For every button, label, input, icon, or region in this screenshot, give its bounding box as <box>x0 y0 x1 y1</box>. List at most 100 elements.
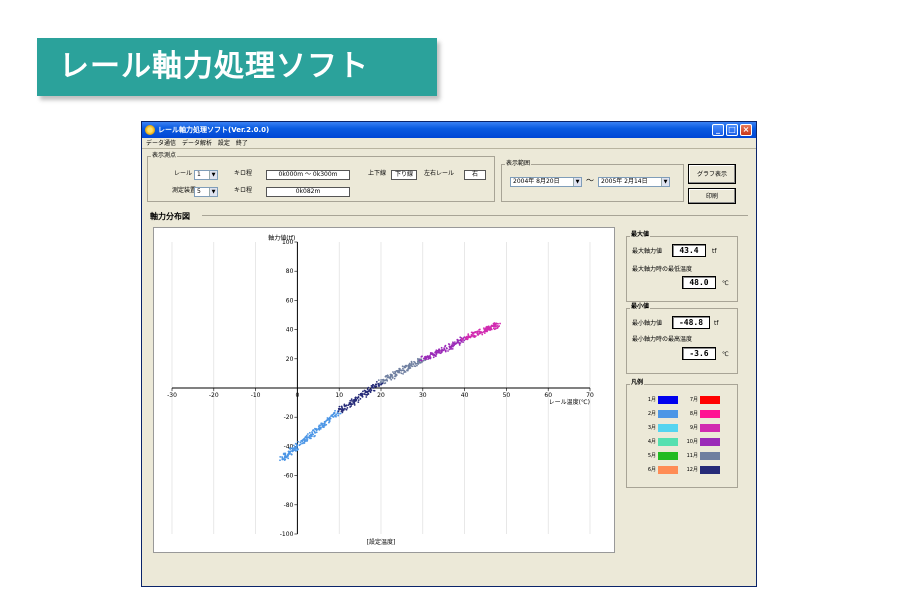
data-point <box>375 383 378 386</box>
data-point <box>286 455 289 458</box>
data-point <box>479 331 482 334</box>
data-point <box>373 385 376 387</box>
data-point <box>382 379 385 382</box>
data-point <box>467 334 470 337</box>
data-point <box>462 341 464 343</box>
legend-label: 11月 <box>686 453 698 459</box>
data-point <box>392 371 394 373</box>
data-point <box>398 369 401 372</box>
legend-swatch <box>700 424 720 432</box>
data-point <box>369 391 372 394</box>
data-point <box>350 398 353 401</box>
data-point <box>350 399 353 402</box>
data-point <box>476 332 479 335</box>
data-point <box>301 439 304 442</box>
data-point <box>284 458 287 461</box>
data-point <box>459 338 462 341</box>
data-point <box>432 353 434 356</box>
data-point <box>351 403 354 405</box>
data-point <box>373 389 375 392</box>
chevron-down-icon[interactable]: ▼ <box>209 171 217 179</box>
data-point <box>385 379 388 382</box>
menu-exit[interactable]: 終了 <box>236 138 248 149</box>
data-point <box>448 343 451 346</box>
data-point <box>303 442 306 444</box>
data-point <box>383 382 386 385</box>
data-point <box>387 376 390 379</box>
data-point <box>444 349 447 352</box>
minimize-button[interactable]: _ <box>712 124 724 136</box>
data-point <box>456 340 459 342</box>
data-point <box>359 392 362 395</box>
data-point <box>495 325 497 328</box>
data-point <box>353 404 356 406</box>
data-point <box>328 420 331 423</box>
data-point <box>302 442 304 445</box>
chevron-down-icon[interactable]: ▼ <box>209 188 217 196</box>
data-point <box>393 377 396 380</box>
updown-field: 下り線 <box>391 170 417 180</box>
data-point <box>389 376 392 379</box>
legend-label: 8月 <box>689 411 698 417</box>
menu-bar: データ通信 データ解析 設定 終了 <box>142 138 756 149</box>
data-point <box>343 404 346 407</box>
legend-swatch <box>700 466 720 474</box>
y-tick-label: 80 <box>286 268 294 275</box>
data-point <box>380 380 382 383</box>
axial-force-scatter-plot: -30 -20 -10 0 10 20 30 40 50 60 70 -100 -80 -60 -40 -20… <box>153 227 615 553</box>
print-button[interactable]: 印刷 <box>688 188 736 204</box>
chevron-down-icon[interactable]: ▼ <box>573 178 581 186</box>
scatter-plot-svg: -30 -20 -10 0 10 20 30 40 50 60 70-100-80-60-40-20… <box>167 234 594 546</box>
data-point <box>349 399 352 402</box>
data-point <box>305 434 308 437</box>
chevron-down-icon[interactable]: ▼ <box>661 178 669 186</box>
data-point <box>451 347 454 350</box>
data-point <box>290 453 293 456</box>
section-divider <box>202 215 748 216</box>
menu-settings[interactable]: 設定 <box>218 138 230 149</box>
data-point <box>384 379 387 382</box>
end-date-select[interactable]: 2005年 2月14日 ▼ <box>598 177 670 187</box>
lr-rail-label: 左右レール <box>424 170 455 177</box>
data-point <box>371 385 374 388</box>
window-titlebar[interactable]: レール軸力処理ソフト(Ver.2.0.0) _ □ × <box>142 122 756 138</box>
km-label: キロ程 <box>234 170 253 177</box>
data-point <box>375 380 378 383</box>
rail-select[interactable]: 1 ▼ <box>194 170 218 180</box>
data-point <box>349 402 352 405</box>
data-point <box>353 399 356 401</box>
legend-label: 5月 <box>647 453 656 459</box>
data-point <box>406 369 409 372</box>
data-point <box>402 373 404 375</box>
data-point <box>362 390 364 393</box>
data-point <box>310 435 313 438</box>
close-button[interactable]: × <box>740 124 752 136</box>
min-axial-label: 最小軸力値 <box>632 320 663 327</box>
data-point <box>429 356 432 359</box>
y-tick-label: 60 <box>286 297 294 304</box>
data-point <box>357 401 360 404</box>
data-point <box>306 433 309 435</box>
x-tick-label: 60 <box>544 392 552 399</box>
y-tick-label: 40 <box>286 327 294 334</box>
km2-label: キロ程 <box>234 187 253 194</box>
data-point <box>400 372 403 375</box>
menu-data-analysis[interactable]: データ解析 <box>182 138 212 149</box>
data-point <box>443 347 446 350</box>
km2-field: 0k082m <box>266 187 350 197</box>
data-point <box>448 348 451 351</box>
graph-display-button[interactable]: グラフ表示 <box>688 164 736 184</box>
data-point <box>440 346 443 349</box>
display-range-title: 表示範囲 <box>505 160 532 167</box>
max-axial-unit: tf <box>712 248 717 255</box>
legend-label: 1月 <box>647 397 656 403</box>
window-title: レール軸力処理ソフト(Ver.2.0.0) <box>158 126 270 134</box>
start-date-select[interactable]: 2004年 8月20日 ▼ <box>510 177 582 187</box>
data-point <box>494 327 497 330</box>
page-banner-title: レール軸力処理ソフト <box>37 38 437 96</box>
menu-data-communication[interactable]: データ通信 <box>146 138 176 149</box>
x-tick-label: 50 <box>503 392 511 399</box>
maximize-button[interactable]: □ <box>726 124 738 136</box>
device-select[interactable]: 5 ▼ <box>194 187 218 197</box>
legend-swatch <box>658 452 678 460</box>
